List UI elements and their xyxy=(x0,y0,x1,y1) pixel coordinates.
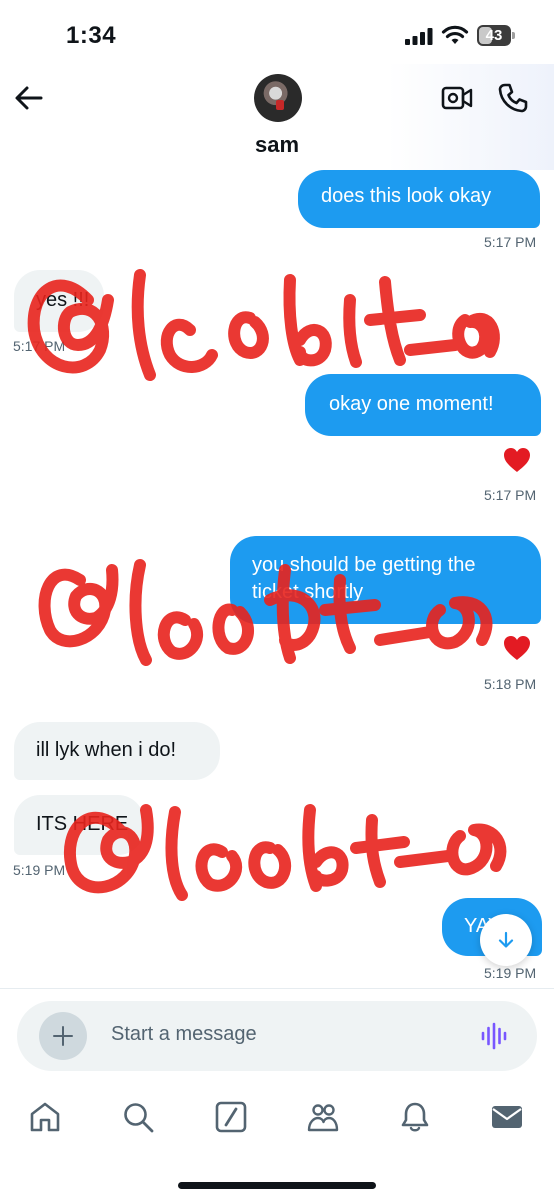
message-text: ITS HERE xyxy=(36,813,129,835)
arrow-down-icon xyxy=(498,931,514,948)
notifications-icon[interactable] xyxy=(398,1100,432,1134)
message-text: okay one moment! xyxy=(329,393,494,415)
message-timestamp: 5:19 PM xyxy=(484,965,537,981)
message-bubble[interactable]: ill lyk when i do! xyxy=(14,722,220,780)
message-list[interactable]: does this look okay 5:17 PM yes !!! 5:17… xyxy=(0,0,554,988)
compose-bar: Start a message xyxy=(0,988,554,1079)
heart-reaction-icon[interactable] xyxy=(502,446,532,474)
grok-icon[interactable] xyxy=(214,1100,248,1134)
message-bubble[interactable]: yes !!! xyxy=(14,270,104,332)
add-attachment-button[interactable] xyxy=(39,1012,87,1060)
message-bubble[interactable]: does this look okay xyxy=(298,170,540,228)
message-text: yes !!! xyxy=(36,289,90,311)
message-timestamp: 5:18 PM xyxy=(484,676,537,692)
message-text: ticket shortly xyxy=(252,581,364,603)
message-timestamp: 5:19 PM xyxy=(13,862,66,878)
search-icon[interactable] xyxy=(121,1100,155,1134)
message-text: you should be getting the xyxy=(252,554,476,576)
home-indicator xyxy=(178,1182,376,1189)
message-timestamp: 5:17 PM xyxy=(13,338,66,354)
message-timestamp: 5:17 PM xyxy=(484,487,537,503)
messages-icon[interactable] xyxy=(490,1100,524,1134)
message-bubble[interactable]: okay one moment! xyxy=(305,374,541,436)
message-input[interactable]: Start a message xyxy=(111,1023,257,1046)
message-timestamp: 5:17 PM xyxy=(484,234,537,250)
message-bubble[interactable]: you should be getting the ticket shortly xyxy=(230,536,541,624)
voice-message-icon[interactable] xyxy=(480,1021,510,1051)
home-icon[interactable] xyxy=(28,1100,62,1134)
message-composer[interactable]: Start a message xyxy=(17,1001,537,1071)
scroll-to-bottom-button[interactable] xyxy=(480,914,532,966)
message-bubble[interactable]: ITS HERE xyxy=(14,795,144,855)
plus-icon xyxy=(53,1026,73,1046)
bottom-tab-bar xyxy=(0,1078,554,1200)
message-text: ill lyk when i do! xyxy=(36,739,177,761)
message-text: does this look okay xyxy=(321,185,492,207)
communities-icon[interactable] xyxy=(306,1100,340,1134)
heart-reaction-icon[interactable] xyxy=(502,634,532,662)
